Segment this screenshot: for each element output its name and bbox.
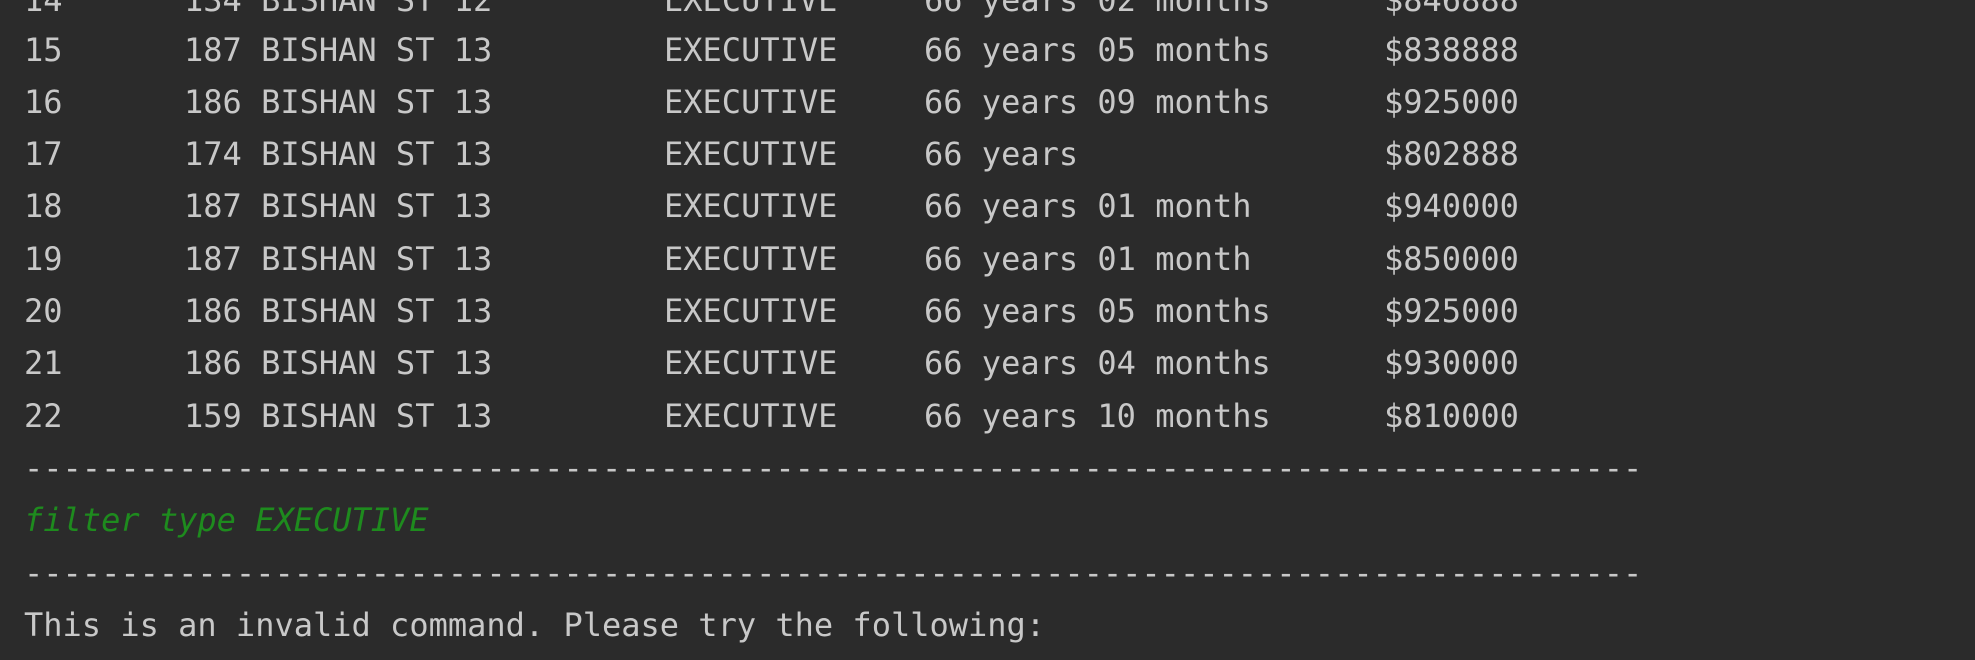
separator-line: ----------------------------------------… [24,449,1644,487]
row-price: $850000 [1384,240,1519,278]
table-row: 18 187 BISHAN ST 13 EXECUTIVE 66 years 0… [24,180,1519,232]
row-remaining-lease: 66 years 05 months [924,31,1271,69]
row-price: $802888 [1384,135,1519,173]
row-flat-type: EXECUTIVE [664,83,838,121]
row-flat-type: EXECUTIVE [664,292,838,330]
row-remaining-lease: 66 years 01 month [924,187,1252,225]
row-remaining-lease: 66 years 05 months [924,292,1271,330]
user-command: filter type EXECUTIVE [24,501,429,539]
row-address: 187 BISHAN ST 13 [184,31,493,69]
row-index: 18 [24,187,63,225]
row-price: $838888 [1384,31,1519,69]
row-index: 19 [24,240,63,278]
row-index: 15 [24,31,63,69]
separator-line: ----------------------------------------… [24,554,1644,592]
table-row: 14 134 BISHAN ST 12 EXECUTIVE 66 years 0… [24,0,1519,26]
row-address: 186 BISHAN ST 13 [184,83,493,121]
row-address: 187 BISHAN ST 13 [184,187,493,225]
row-price: $930000 [1384,344,1519,382]
table-row: 16 186 BISHAN ST 13 EXECUTIVE 66 years 0… [24,76,1519,128]
row-address: 159 BISHAN ST 13 [184,397,493,435]
row-index: 22 [24,397,63,435]
row-flat-type: EXECUTIVE [664,344,838,382]
row-remaining-lease: 66 years 09 months [924,83,1271,121]
row-flat-type: EXECUTIVE [664,187,838,225]
row-remaining-lease: 66 years [924,135,1079,173]
row-index: 16 [24,83,63,121]
row-price: $940000 [1384,187,1519,225]
table-row: 21 186 BISHAN ST 13 EXECUTIVE 66 years 0… [24,337,1519,389]
row-remaining-lease: 66 years 02 months [924,0,1271,19]
row-flat-type: EXECUTIVE [664,397,838,435]
row-index: 21 [24,344,63,382]
row-remaining-lease: 66 years 01 month [924,240,1252,278]
row-index: 17 [24,135,63,173]
table-row: 17 174 BISHAN ST 13 EXECUTIVE 66 years $… [24,128,1519,180]
row-price: $925000 [1384,83,1519,121]
row-flat-type: EXECUTIVE [664,135,838,173]
console-output[interactable]: 14 134 BISHAN ST 12 EXECUTIVE 66 years 0… [0,0,1975,660]
row-address: 186 BISHAN ST 13 [184,292,493,330]
row-flat-type: EXECUTIVE [664,0,838,19]
row-address: 186 BISHAN ST 13 [184,344,493,382]
row-price: $810000 [1384,397,1519,435]
table-row: 22 159 BISHAN ST 13 EXECUTIVE 66 years 1… [24,390,1519,442]
error-message: This is an invalid command. Please try t… [24,606,1046,644]
row-remaining-lease: 66 years 10 months [924,397,1271,435]
table-row: 15 187 BISHAN ST 13 EXECUTIVE 66 years 0… [24,24,1519,76]
row-index: 14 [24,0,63,19]
row-flat-type: EXECUTIVE [664,31,838,69]
table-row: 20 186 BISHAN ST 13 EXECUTIVE 66 years 0… [24,285,1519,337]
row-flat-type: EXECUTIVE [664,240,838,278]
row-remaining-lease: 66 years 04 months [924,344,1271,382]
row-address: 134 BISHAN ST 12 [184,0,493,19]
row-price: $925000 [1384,292,1519,330]
row-address: 187 BISHAN ST 13 [184,240,493,278]
row-price: $846888 [1384,0,1519,19]
table-row: 19 187 BISHAN ST 13 EXECUTIVE 66 years 0… [24,233,1519,285]
row-address: 174 BISHAN ST 13 [184,135,493,173]
row-index: 20 [24,292,63,330]
